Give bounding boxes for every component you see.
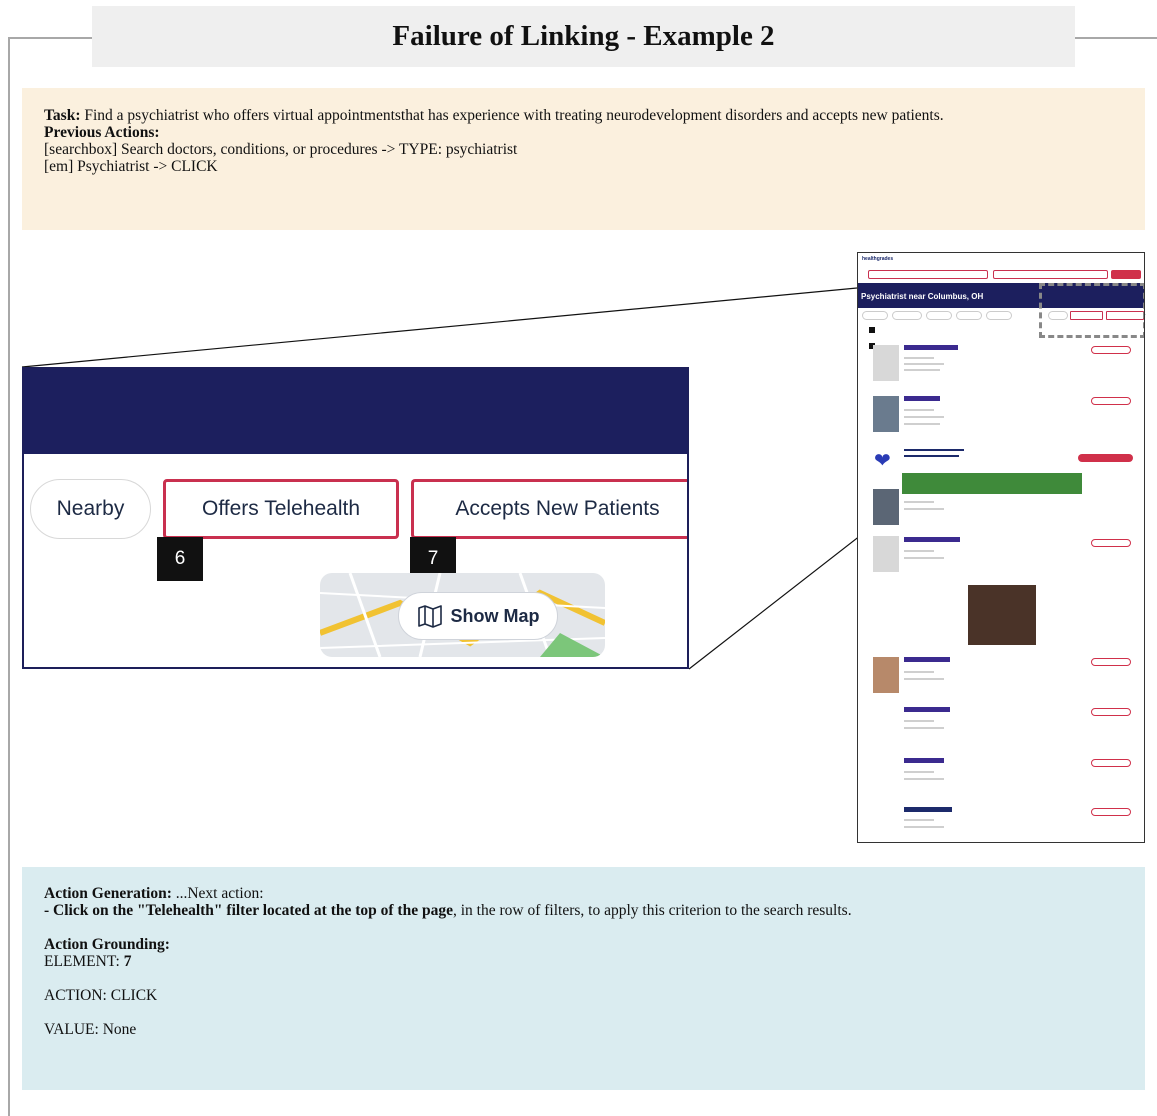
thumb-filter-pill bbox=[926, 311, 952, 320]
element-value: 7 bbox=[123, 953, 132, 970]
thumb-filter-pill bbox=[862, 311, 888, 320]
thumb-filter-pill bbox=[892, 311, 922, 320]
thumb-view-profile-button bbox=[1091, 397, 1131, 405]
thumb-doctor-name bbox=[904, 758, 944, 763]
thumb-text-line bbox=[904, 508, 944, 510]
frame-line bbox=[8, 37, 10, 1116]
action-line: ACTION: CLICK bbox=[44, 987, 158, 1004]
frame-line bbox=[1075, 37, 1157, 39]
thumb-doctor-name bbox=[904, 657, 950, 662]
action-grounding-label: Action Grounding: bbox=[44, 936, 170, 953]
thumb-doctor-photo bbox=[873, 536, 899, 572]
thumb-text-line bbox=[904, 557, 944, 559]
thumb-text-line bbox=[904, 826, 944, 828]
thumb-search-button bbox=[1111, 270, 1141, 279]
show-map-label: Show Map bbox=[450, 605, 540, 626]
thumb-results-heading: Psychiatrist near Columbus, OH bbox=[861, 292, 984, 301]
thumb-view-profile-button bbox=[1091, 708, 1131, 716]
thumb-view-profile-button bbox=[1091, 759, 1131, 767]
thumb-doctor-name bbox=[904, 537, 960, 542]
healthgrades-logo: healthgrades bbox=[862, 256, 894, 262]
action-generation-detail: - Click on the "Telehealth" filter locat… bbox=[44, 902, 1123, 919]
thumb-marker bbox=[869, 327, 875, 333]
thumb-doctor-photo bbox=[873, 396, 899, 432]
thumb-doctor-photo bbox=[873, 489, 899, 525]
accepts-new-patients-filter-chip[interactable]: Accepts New Patients bbox=[411, 479, 687, 539]
thumb-heart-logo-icon: ❤ bbox=[874, 450, 891, 472]
title-banner: Failure of Linking - Example 2 bbox=[92, 6, 1075, 67]
action-generation-label: Action Generation: bbox=[44, 885, 172, 902]
action-generation-text: ...Next action: bbox=[171, 885, 264, 902]
thumb-text-line bbox=[904, 778, 944, 780]
thumb-text-line bbox=[904, 678, 944, 680]
task-text: Find a psychiatrist who offers virtual a… bbox=[80, 107, 944, 124]
thumb-text-line bbox=[904, 423, 940, 425]
zoomed-filter-view: Nearby Offers Telehealth Accepts New Pat… bbox=[22, 367, 689, 669]
element-label: ELEMENT: bbox=[44, 953, 124, 970]
element-marker-6: 6 bbox=[157, 537, 203, 581]
thumb-text-line bbox=[904, 671, 934, 673]
nearby-filter-chip[interactable]: Nearby bbox=[30, 479, 151, 539]
thumb-view-profile-button bbox=[1091, 346, 1131, 354]
thumb-view-profile-button bbox=[1091, 658, 1131, 666]
thumb-text-line bbox=[904, 819, 934, 821]
zoom-region-indicator bbox=[1039, 283, 1144, 338]
webpage-screenshot-thumbnail: healthgrades Psychiatrist near Columbus,… bbox=[857, 252, 1145, 843]
action-rest-text: , in the row of filters, to apply this c… bbox=[452, 902, 852, 919]
thumb-doctor-name bbox=[904, 707, 950, 712]
thumb-text-line bbox=[904, 501, 934, 503]
thumb-doctor-photo bbox=[873, 657, 899, 693]
thumb-advertisement-banner bbox=[902, 473, 1082, 494]
offers-telehealth-filter-chip[interactable]: Offers Telehealth bbox=[163, 479, 399, 539]
thumb-doctor-name bbox=[904, 345, 958, 350]
thumb-text-line bbox=[904, 455, 959, 457]
thumb-drug-advertisement bbox=[968, 585, 1036, 645]
thumb-search-box bbox=[868, 270, 988, 279]
action-generation-line: Action Generation: ...Next action: bbox=[44, 885, 1123, 902]
thumb-text-line bbox=[904, 357, 934, 359]
thumb-text-line bbox=[904, 727, 944, 729]
page-title: Failure of Linking - Example 2 bbox=[392, 20, 775, 52]
task-description: Task: Find a psychiatrist who offers vir… bbox=[44, 107, 1123, 124]
previous-action-2: [em] Psychiatrist -> CLICK bbox=[44, 158, 218, 175]
thumb-view-profile-button bbox=[1091, 808, 1131, 816]
map-icon bbox=[417, 605, 442, 628]
frame-line bbox=[8, 37, 92, 39]
thumb-text-line bbox=[904, 550, 934, 552]
thumb-filter-pill bbox=[956, 311, 982, 320]
thumb-text-line bbox=[904, 771, 934, 773]
thumb-doctor-name bbox=[904, 396, 940, 401]
thumb-location-box bbox=[993, 270, 1108, 279]
thumb-text-line bbox=[904, 416, 944, 418]
element-line: ELEMENT: 7 bbox=[44, 953, 1123, 970]
thumb-doctor-name bbox=[904, 807, 952, 812]
thumb-view-profile-button bbox=[1091, 539, 1131, 547]
thumb-text-line bbox=[904, 409, 934, 411]
previous-action-1: [searchbox] Search doctors, conditions, … bbox=[44, 141, 518, 158]
value-line: VALUE: None bbox=[44, 1021, 137, 1038]
thumb-text-line bbox=[904, 363, 944, 365]
thumb-text-line bbox=[904, 369, 940, 371]
task-panel: Task: Find a psychiatrist who offers vir… bbox=[22, 88, 1145, 230]
thumb-text-line bbox=[904, 720, 934, 722]
task-label: Task: bbox=[44, 107, 81, 124]
show-map-button[interactable]: Show Map bbox=[398, 592, 558, 640]
zoom-header-band bbox=[24, 369, 687, 454]
thumb-doctor-photo bbox=[873, 345, 899, 381]
action-panel: Action Generation: ...Next action: - Cli… bbox=[22, 867, 1145, 1090]
thumb-filter-pill bbox=[986, 311, 1012, 320]
previous-actions-label: Previous Actions: bbox=[44, 124, 160, 141]
action-bold-text: - Click on the "Telehealth" filter locat… bbox=[44, 902, 453, 919]
thumb-telehealth-cta bbox=[1078, 454, 1133, 462]
thumb-text-line bbox=[904, 449, 964, 451]
